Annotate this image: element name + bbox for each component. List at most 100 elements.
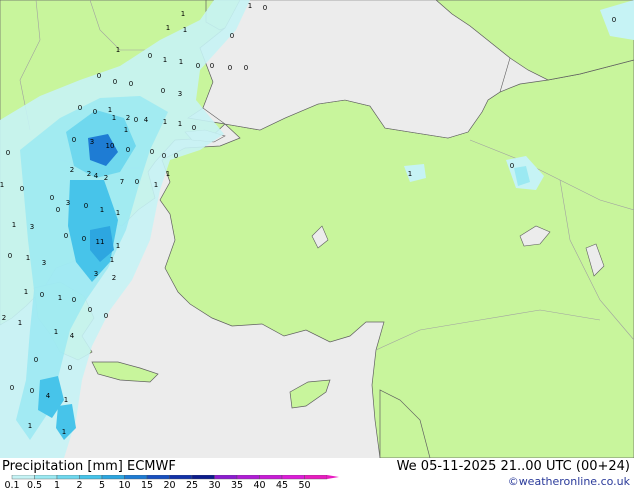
precip-value-label: 1 [116,46,120,54]
precip-value-label: 0 [30,387,34,395]
precip-value-label: 3 [66,199,70,207]
scale-label: 10 [118,480,130,489]
precip-value-label: 0 [82,235,86,243]
scale-swatch [79,475,103,480]
scale-label: 40 [253,480,265,489]
precip-value-label: 1 [64,396,68,404]
scale-swatch [34,475,58,480]
precip-value-label: 0 [228,64,232,72]
scale-label: 0.5 [27,480,42,489]
precip-value-label: 3 [42,259,46,267]
precip-value-label: 4 [46,392,51,400]
precip-value-label: 1 [28,422,32,430]
precip-value-label: 0 [72,296,76,304]
scale-label: 30 [208,480,220,489]
precip-value-label: 1 [12,221,16,229]
precip-value-label: 0 [210,62,214,70]
precip-value-label: 0 [88,306,92,314]
scale-swatch [146,475,170,480]
precip-value-label: 0 [263,4,267,12]
precip-value-label: 1 [112,114,116,122]
scale-label: 35 [231,480,243,489]
precip-value-label: 1 [18,319,22,327]
precip-value-label: 1 [100,206,104,214]
scale-swatch [56,475,80,480]
precip-value-label: 0 [6,149,10,157]
precip-value-label: 0 [50,194,54,202]
precip-value-label: 2 [70,166,74,174]
precip-value-label: 3 [90,138,94,146]
precip-value-label: 0 [612,16,616,24]
precip-value-label: 0 [129,80,133,88]
precip-value-label: 1 [179,58,183,66]
precip-value-label: 0 [84,202,88,210]
precip-value-label: 0 [192,124,196,132]
precip-value-label: 10 [106,142,115,150]
scale-label: 15 [141,480,153,489]
scale-label: 20 [163,480,175,489]
precip-value-label: 1 [154,181,158,189]
scale-label: 50 [298,480,310,489]
precip-value-label: 1 [178,120,182,128]
precip-value-label: 1 [163,118,167,126]
scale-swatch [191,475,215,480]
precip-value-label: 0 [8,252,12,260]
precip-value-label: 1 [54,328,58,336]
precip-value-label: 4 [144,116,149,124]
precip-value-label: 1 [108,106,112,114]
scale-arrow [327,475,339,479]
precip-value-label: 1 [110,256,114,264]
scale-swatch [304,475,328,480]
precip-value-label: 0 [196,62,200,70]
precip-value-label: 0 [10,384,14,392]
precip-value-label: 4 [94,172,99,180]
precip-value-label: 1 [183,26,187,34]
precip-value-label: 0 [93,108,97,116]
precip-value-label: 2 [87,170,91,178]
precip-value-label: 0 [150,148,154,156]
precip-value-label: 2 [2,314,6,322]
precip-value-label: 0 [78,104,82,112]
precip-value-label: 0 [40,291,44,299]
legend-bar: Precipitation [mm] ECMWF We 05-11-2025 2… [0,458,634,490]
scale-swatch [169,475,193,480]
scale-label: 25 [186,480,198,489]
precip-value-label: 0 [34,356,38,364]
precip-value-label: 1 [408,170,412,178]
precip-value-label: 1 [124,126,128,134]
precip-value-label: 11 [96,238,105,246]
precip-value-label: 0 [161,87,165,95]
precip-value-label: 0 [148,52,152,60]
legend-datetime: We 05-11-2025 21..00 UTC (00+24) [396,459,630,474]
precip-value-label: 0 [135,178,139,186]
scale-label: 1 [54,480,60,489]
precip-value-label: 3 [30,223,34,231]
precip-value-label: 0 [56,206,60,214]
precip-value-label: 0 [113,78,117,86]
precip-value-label: 1 [62,428,66,436]
credit-link[interactable]: ©weatheronline.co.uk [508,475,630,488]
scale-swatch [281,475,305,480]
precip-value-label: 3 [178,90,182,98]
precip-value-label: 2 [112,274,116,282]
precip-value-label: 0 [64,232,68,240]
precip-value-label: 1 [248,2,252,10]
precip-value-label: 2 [126,114,130,122]
precip-value-label: 0 [230,32,234,40]
precip-value-label: 1 [163,56,167,64]
precip-value-label: 0 [162,152,166,160]
precip-value-label: 0 [244,64,248,72]
precip-value-label: 0 [72,136,76,144]
precip-value-label: 0 [134,116,138,124]
scale-swatch [124,475,148,480]
color-scale: 0.1 0.5 1 2 5 10 15 20 25 30 35 40 45 50 [4,475,339,489]
precip-value-label: 2 [104,174,108,182]
legend-title: Precipitation [mm] ECMWF [2,459,176,474]
precip-value-label: 0 [174,152,178,160]
precip-value-label: 1 [24,288,28,296]
scale-swatch [101,475,125,480]
precip-value-label: 0 [97,72,101,80]
precip-value-label: 0 [20,185,24,193]
scale-label: 0.1 [4,480,19,489]
precip-value-label: 1 [0,181,4,189]
